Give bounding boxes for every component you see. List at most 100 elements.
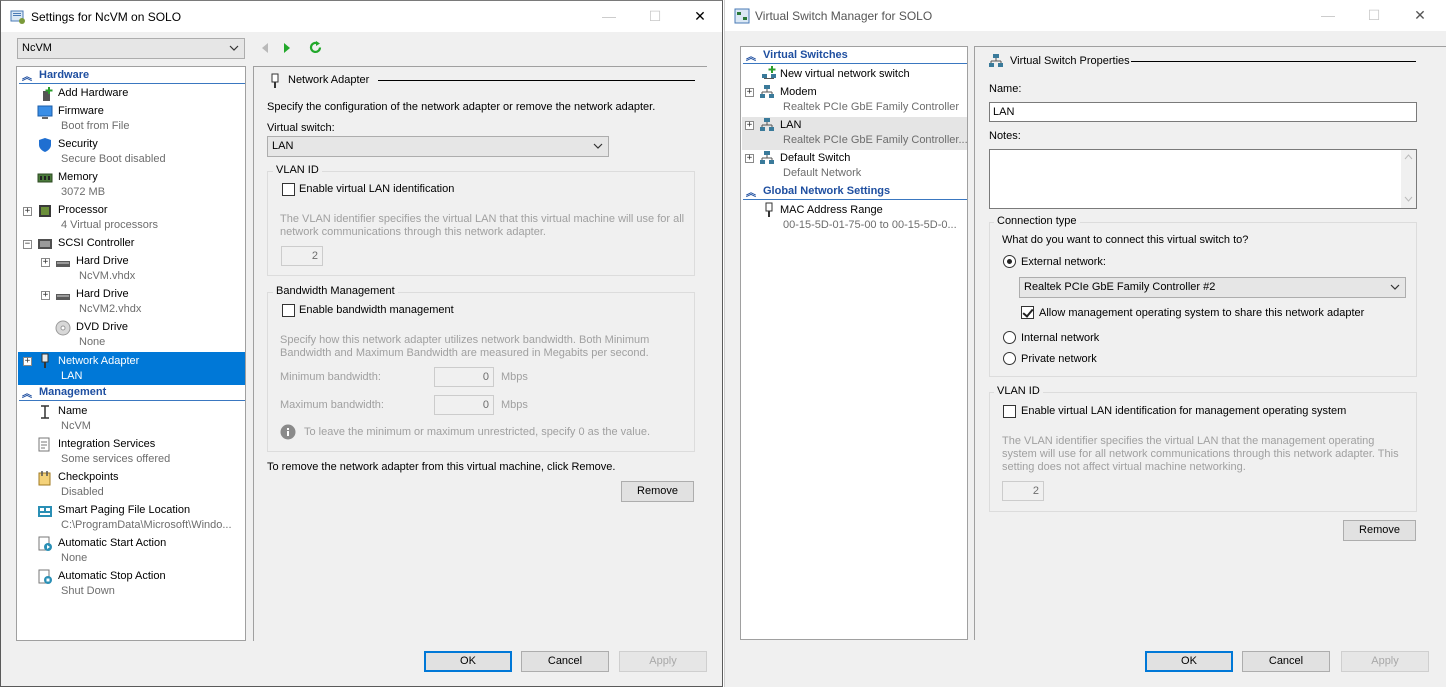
virtual-switches-header[interactable]: ︽ Virtual Switches [743, 48, 967, 64]
switch-vlan-checkbox[interactable] [1003, 405, 1016, 418]
forward-arrow-icon[interactable] [281, 42, 293, 54]
tree-item-hard-drive-1-sub: NcVM.vhdx [79, 270, 136, 282]
switch-manager-title: Virtual Switch Manager for SOLO [755, 9, 933, 23]
switch-item-default[interactable]: Default Switch [780, 152, 850, 164]
switch-item-new[interactable]: New virtual network switch [780, 68, 910, 80]
tree-item-automatic-start[interactable]: Automatic Start Action [58, 537, 166, 549]
maximize-button[interactable]: ☐ [632, 1, 678, 32]
switch-tree: ︽ Virtual Switches New virtual network s… [740, 46, 968, 640]
back-arrow-icon[interactable] [259, 42, 271, 54]
properties-title: Virtual Switch Properties [1010, 55, 1130, 67]
apply-button[interactable]: Apply [619, 651, 707, 672]
allow-mgmt-checkbox[interactable] [1021, 306, 1034, 319]
tree-item-integration-services[interactable]: Integration Services [58, 438, 155, 450]
vlan-checkbox[interactable] [282, 183, 295, 196]
new-switch-icon [762, 66, 776, 79]
expand-default-switch-icon[interactable]: + [745, 154, 754, 163]
min-bandwidth-input[interactable]: 0 [434, 367, 494, 387]
virtual-switch-value: LAN [272, 140, 294, 152]
tree-item-add-hardware[interactable]: Add Hardware [58, 87, 128, 99]
min-bandwidth-unit: Mbps [501, 371, 528, 383]
tree-item-processor[interactable]: Processor [58, 204, 108, 216]
tree-item-smart-paging-sub: C:\ProgramData\Microsoft\Windo... [61, 519, 232, 531]
expand-lan-icon[interactable]: + [745, 121, 754, 130]
internal-network-radio[interactable] [1003, 331, 1016, 344]
tree-item-name[interactable]: Name [58, 405, 87, 417]
refresh-icon[interactable] [308, 40, 323, 55]
tree-item-dvd-drive[interactable]: DVD Drive [76, 321, 128, 333]
virtual-switch-select[interactable]: LAN [267, 136, 609, 157]
switch-item-lan[interactable]: + LAN Realtek PCIe GbE Family Controller… [742, 117, 968, 150]
switch-name-input[interactable]: LAN [989, 102, 1417, 122]
cancel-button[interactable]: Cancel [521, 651, 609, 672]
detail-description: Specify the configuration of the network… [267, 101, 656, 113]
tree-item-security-sub: Secure Boot disabled [61, 153, 166, 165]
tree-item-hard-drive-1[interactable]: Hard Drive [76, 255, 129, 267]
bandwidth-checkbox-label: Enable bandwidth management [299, 304, 454, 316]
management-header[interactable]: ︽ Management [19, 385, 245, 401]
expand-processor-icon[interactable]: + [23, 207, 32, 216]
tree-item-network-adapter[interactable]: + Network Adapter LAN [18, 352, 245, 385]
chevron-down-icon [229, 45, 239, 51]
add-hardware-icon [43, 87, 53, 101]
vm-select-value: NcVM [22, 42, 52, 54]
tree-item-dvd-drive-sub: None [79, 336, 106, 348]
maximize-button[interactable]: ☐ [1351, 0, 1397, 31]
remove-button[interactable]: Remove [621, 481, 694, 502]
minimize-button[interactable]: — [1305, 0, 1351, 31]
expand-network-adapter-icon[interactable]: + [23, 357, 32, 366]
tree-item-memory[interactable]: Memory [58, 171, 98, 183]
tree-item-hard-drive-2[interactable]: Hard Drive [76, 288, 129, 300]
close-button[interactable]: ✕ [677, 1, 723, 32]
network-switch-icon [989, 54, 1003, 67]
switch-manager-titlebar: Virtual Switch Manager for SOLO — ☐ ✕ [725, 0, 1446, 31]
vlan-id-input[interactable]: 2 [281, 246, 323, 266]
hard-drive-icon [56, 261, 70, 267]
ok-button[interactable]: OK [424, 651, 512, 672]
expand-modem-icon[interactable]: + [745, 88, 754, 97]
title-rule [1131, 61, 1416, 62]
processor-icon [39, 205, 51, 217]
collapse-scsi-icon[interactable]: − [23, 240, 32, 249]
global-network-header[interactable]: ︽ Global Network Settings [743, 184, 967, 200]
bandwidth-info: To leave the minimum or maximum unrestri… [304, 426, 651, 438]
switch-manager-window: Virtual Switch Manager for SOLO — ☐ ✕ ︽ … [724, 0, 1446, 687]
expand-hard-drive-1-icon[interactable]: + [41, 258, 50, 267]
notes-scrollbar[interactable] [1401, 150, 1416, 208]
collapse-icon: ︽ [746, 52, 756, 63]
minimize-button[interactable]: — [586, 1, 632, 32]
tree-item-network-adapter-sub: LAN [61, 370, 83, 382]
bandwidth-checkbox[interactable] [282, 304, 295, 317]
automatic-start-icon [38, 536, 52, 551]
private-network-radio[interactable] [1003, 352, 1016, 365]
expand-hard-drive-2-icon[interactable]: + [41, 291, 50, 300]
tree-item-firmware[interactable]: Firmware [58, 105, 104, 117]
notes-textarea[interactable] [989, 149, 1417, 209]
cancel-button[interactable]: Cancel [1242, 651, 1330, 672]
hardware-header[interactable]: ︽ Hardware [19, 68, 245, 84]
ok-button[interactable]: OK [1145, 651, 1233, 672]
apply-button[interactable]: Apply [1341, 651, 1429, 672]
tree-item-smart-paging[interactable]: Smart Paging File Location [58, 504, 190, 516]
close-button[interactable]: ✕ [1397, 0, 1443, 31]
integration-services-icon [38, 437, 50, 452]
scroll-down-icon[interactable] [1404, 196, 1413, 202]
scroll-up-icon[interactable] [1404, 154, 1413, 160]
vm-select[interactable]: NcVM [17, 38, 245, 59]
tree-item-checkpoints[interactable]: Checkpoints [58, 471, 119, 483]
tree-item-memory-sub: 3072 MB [61, 186, 106, 198]
global-item-mac-range[interactable]: MAC Address Range [780, 204, 883, 216]
scsi-controller-icon [38, 239, 52, 249]
tree-item-security[interactable]: Security [58, 138, 98, 150]
settings-titlebar: Settings for NcVM on SOLO — ☐ ✕ [1, 1, 722, 32]
tree-item-scsi-controller[interactable]: SCSI Controller [58, 237, 134, 249]
external-adapter-select[interactable]: Realtek PCIe GbE Family Controller #2 [1019, 277, 1406, 298]
switch-remove-button[interactable]: Remove [1343, 520, 1416, 541]
tree-item-automatic-stop[interactable]: Automatic Stop Action [58, 570, 166, 582]
switch-vlan-id-input[interactable]: 2 [1002, 481, 1044, 501]
connection-type-label: Connection type [994, 215, 1080, 227]
switch-item-modem[interactable]: Modem [780, 86, 817, 98]
max-bandwidth-input[interactable]: 0 [434, 395, 494, 415]
internal-network-label: Internal network [1021, 332, 1100, 344]
external-network-radio[interactable] [1003, 255, 1016, 268]
